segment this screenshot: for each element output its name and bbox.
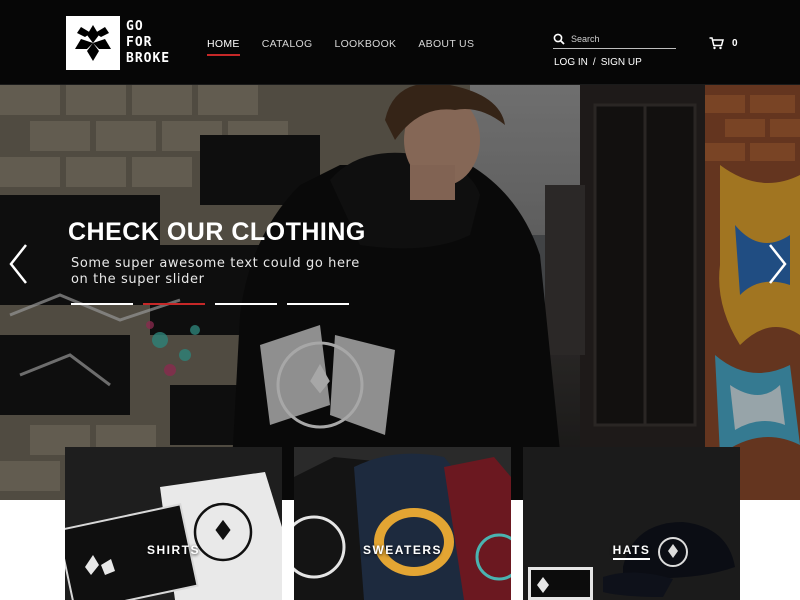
cart[interactable]: 0 [709,37,738,50]
logo-line-2: FOR [126,35,153,50]
search-icon[interactable] [553,33,565,45]
category-cards: SHIRTS SWEATERS HATS [65,447,740,600]
nav-lookbook[interactable]: LOOKBOOK [334,38,396,50]
main-nav: HOME CATALOG LOOKBOOK ABOUT US [207,38,474,56]
nav-catalog[interactable]: CATALOG [262,38,313,50]
hero-dark-overlay [0,85,800,500]
category-card-sweaters[interactable]: SWEATERS [294,447,511,600]
nav-home[interactable]: HOME [207,38,240,56]
signup-link[interactable]: SIGN UP [601,57,642,68]
category-label-sweaters: SWEATERS [362,543,443,557]
search-input[interactable] [571,34,667,44]
slide-indicator-1[interactable] [71,303,133,305]
chevron-left-icon[interactable] [8,243,30,285]
logo-line-1: GO [126,19,144,34]
category-label-shirts: SHIRTS [146,543,200,557]
auth-separator: / [592,57,596,68]
slide-indicator-4[interactable] [287,303,349,305]
nav-about-us[interactable]: ABOUT US [418,38,474,50]
slider-indicators [71,303,349,305]
hero-slider: CHECK OUR CLOTHING Some super awesome te… [0,85,800,500]
slide-indicator-2[interactable] [143,303,205,305]
hero-subtitle: Some super awesome text could go here on… [71,256,360,287]
site-header: GO FOR BROKE HOME CATALOG LOOKBOOK ABOUT… [0,0,800,85]
hats-image [523,447,740,600]
chevron-right-icon[interactable] [766,243,788,285]
cart-icon[interactable] [709,37,724,50]
shirts-image [65,447,282,600]
category-label-hats: HATS [523,543,740,560]
sweaters-image [294,447,511,600]
category-label-hats-text: HATS [612,543,651,560]
brand-logo[interactable]: GO FOR BROKE [66,13,182,73]
logo-wordmark: GO FOR BROKE [126,19,170,67]
logo-mark-icon [66,16,120,70]
hero-title: CHECK OUR CLOTHING [68,218,366,246]
slide-indicator-3[interactable] [215,303,277,305]
login-link[interactable]: LOG IN [554,57,588,68]
category-card-hats[interactable]: HATS [523,447,740,600]
search-bar [553,30,676,49]
category-card-shirts[interactable]: SHIRTS [65,447,282,600]
logo-line-3: BROKE [126,51,171,66]
cart-count: 0 [732,38,738,49]
auth-links: LOG IN / SIGN UP [554,57,642,68]
